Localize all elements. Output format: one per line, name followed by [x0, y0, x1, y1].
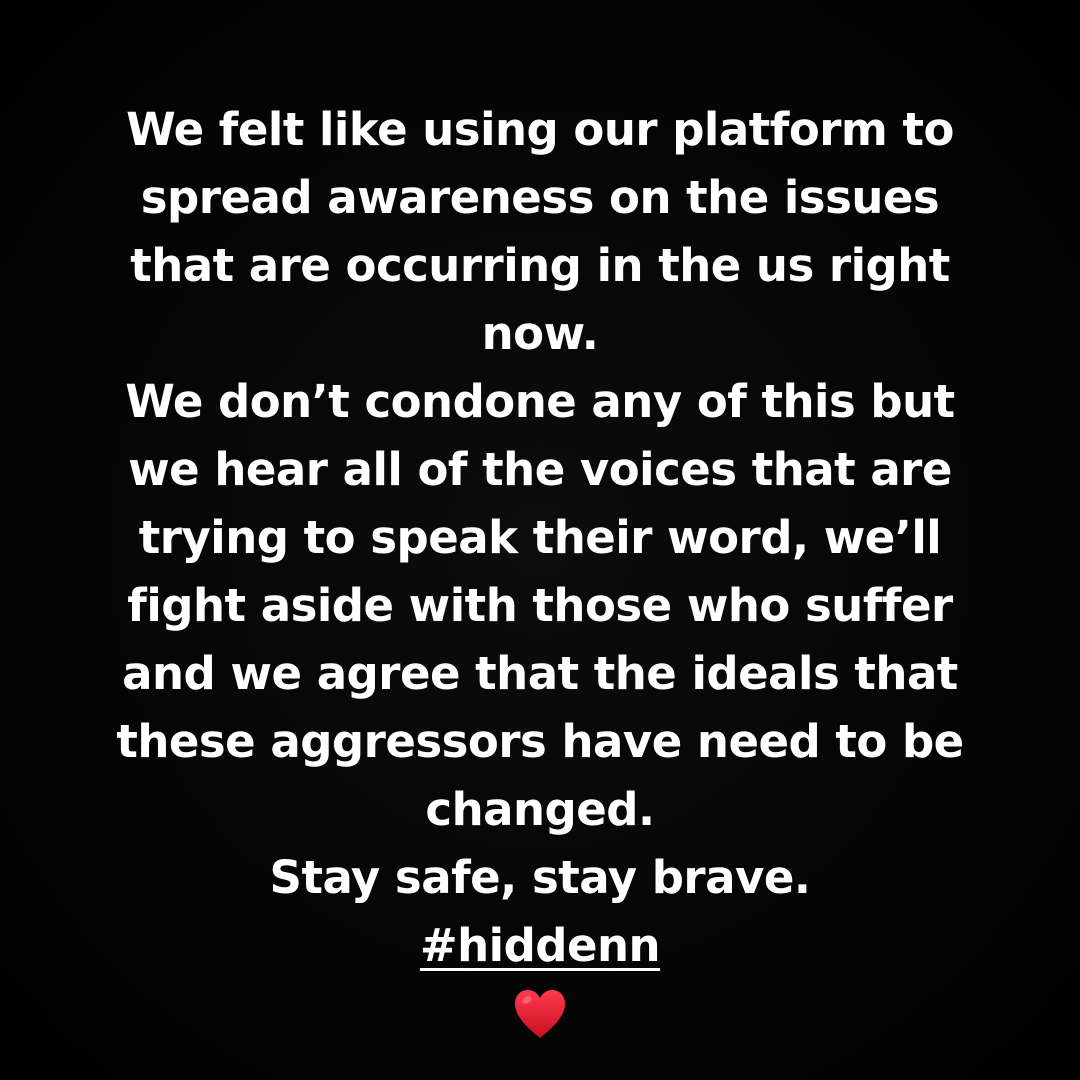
story-text-line: trying to speak their word, we’ll	[138, 511, 942, 564]
story-text-line: We don’t condone any of this but	[125, 375, 955, 428]
story-text-line: now.	[481, 307, 599, 360]
story-text-line: and we agree that the ideals that	[122, 647, 958, 700]
story-text-line: we hear all of the voices that are	[128, 443, 952, 496]
story-text-line: these aggressors have need to be	[116, 715, 964, 768]
story-text-line: spread awareness on the issues	[140, 171, 940, 224]
red-heart-icon	[515, 990, 565, 1038]
story-text-line: that are occurring in the us right	[130, 239, 950, 292]
story-text-line: changed.	[425, 783, 655, 836]
emoji-container	[0, 986, 1080, 1046]
hashtag-line: #hiddenn	[0, 912, 1080, 980]
hashtag-link[interactable]: #hiddenn	[420, 912, 661, 980]
story-canvas: We felt like using our platform to sprea…	[0, 0, 1080, 1080]
story-text-line: We felt like using our platform to	[126, 103, 954, 156]
story-text-line: fight aside with those who suffer	[127, 579, 953, 632]
story-text-line: Stay safe, stay brave.	[269, 851, 811, 904]
story-text-block: We felt like using our platform to sprea…	[0, 96, 1080, 980]
